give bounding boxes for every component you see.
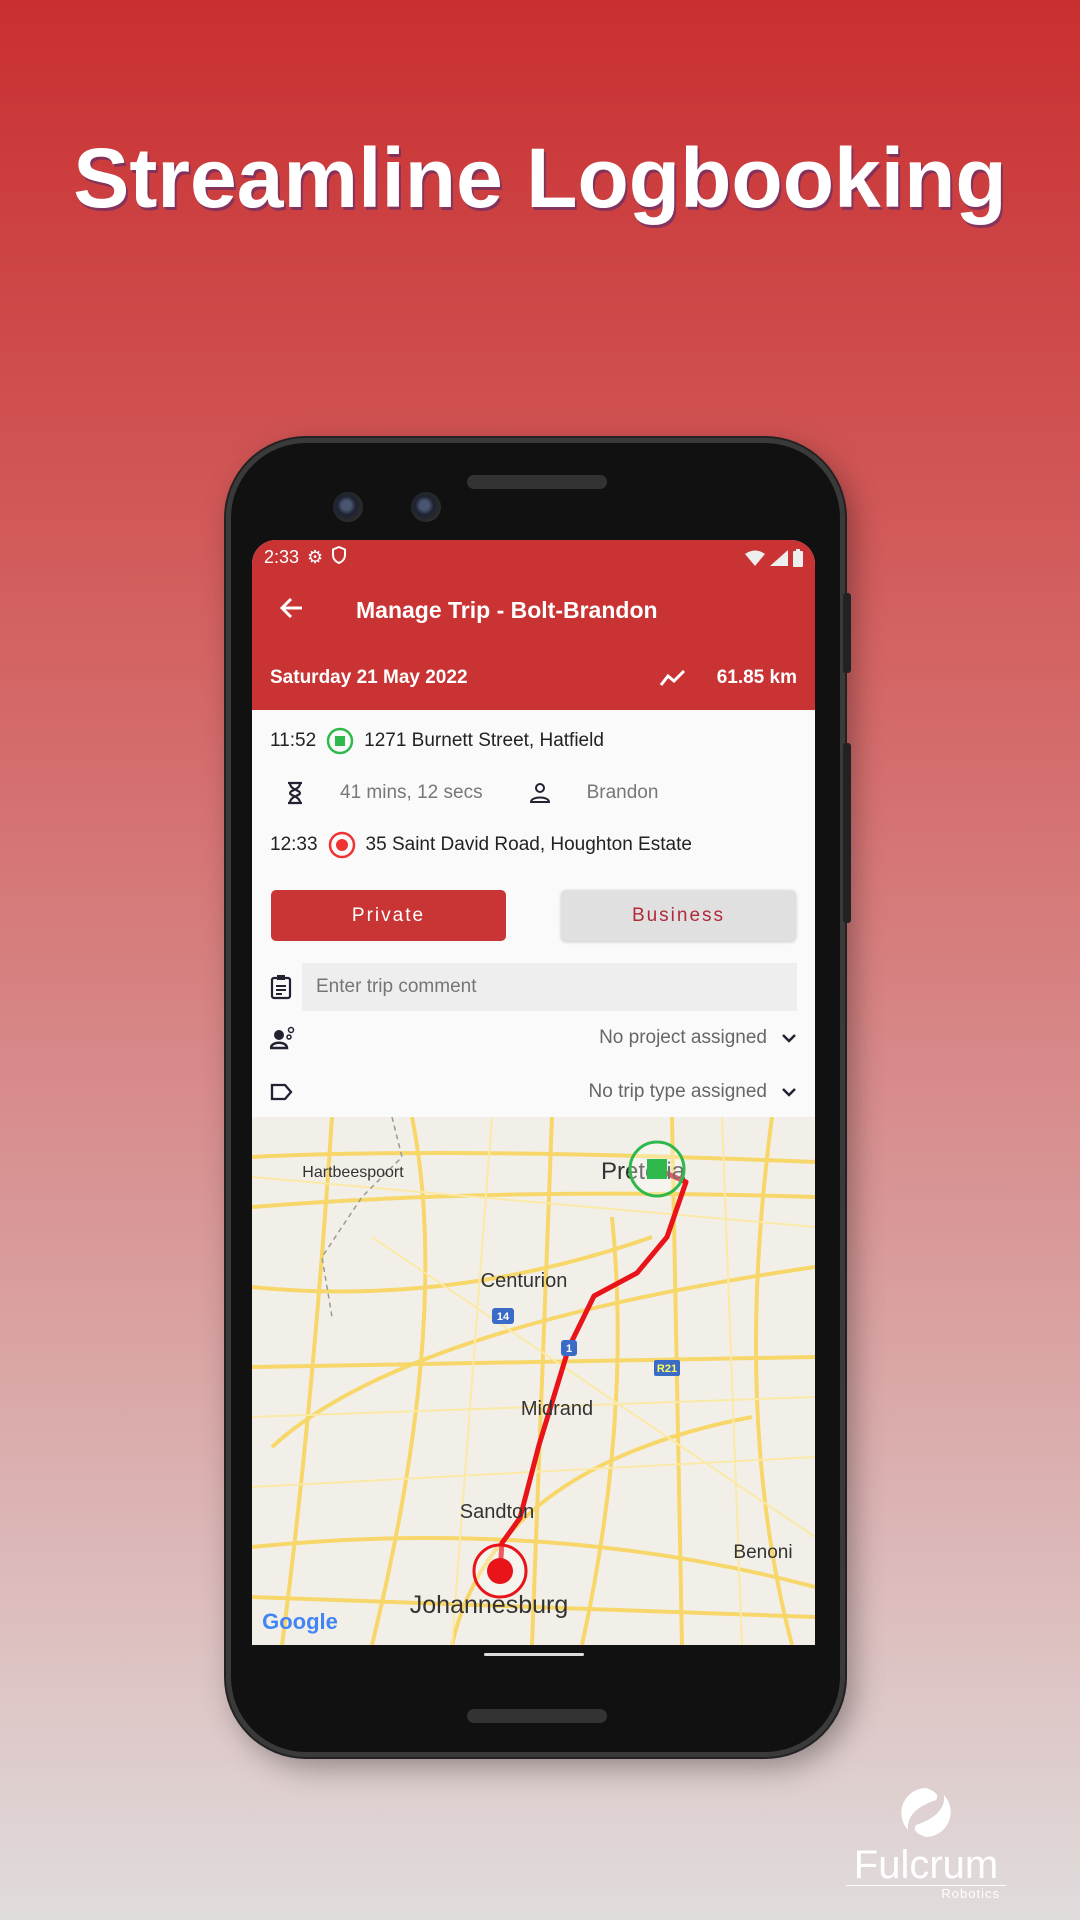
wifi-icon: [745, 550, 765, 566]
end-address: 35 Saint David Road, Houghton Estate: [365, 834, 692, 855]
trip-date: Saturday 21 May 2022: [270, 666, 468, 688]
trip-info-row: 41 mins, 12 secs Brandon: [252, 766, 815, 820]
fulcrum-logo-mark: [901, 1788, 951, 1837]
volume-button: [843, 743, 851, 923]
signal-icon: [770, 549, 788, 566]
tag-icon: [270, 1083, 293, 1101]
route-shield-r21-label: R21: [657, 1363, 677, 1375]
logo-sub: Robotics: [846, 1885, 1006, 1901]
chevron-down-icon: [782, 1034, 796, 1043]
map-label-sandton: Sandton: [460, 1501, 535, 1523]
battery-icon: [793, 548, 803, 567]
logo-name: Fulcrum: [853, 1843, 999, 1887]
power-button: [843, 593, 851, 673]
project-worker-icon: [270, 1026, 295, 1050]
project-value: No project assigned: [599, 1027, 767, 1048]
page-title: Manage Trip - Bolt-Brandon: [356, 596, 658, 623]
clipboard-icon: [270, 975, 292, 1000]
chevron-down-icon: [782, 1088, 796, 1097]
bottom-speaker: [467, 1709, 607, 1723]
map-label-hartbeespoort: Hartbeespoort: [302, 1164, 404, 1181]
end-marker-icon: [328, 831, 355, 859]
google-attribution: Google: [262, 1609, 338, 1634]
front-camera-2: [411, 492, 441, 522]
status-time: 2:33: [264, 547, 300, 567]
trip-driver: Brandon: [586, 782, 659, 803]
map-start-marker[interactable]: [628, 1140, 686, 1198]
private-button[interactable]: Private: [271, 890, 506, 941]
gear-icon: ⚙: [307, 547, 324, 567]
trip-type-value: No trip type assigned: [588, 1081, 768, 1102]
app-bar: 2:33 ⚙ Manage Trip - Bolt-Brandon Saturd…: [252, 540, 815, 710]
shield-icon: [331, 545, 347, 569]
hourglass-icon: [288, 781, 302, 805]
map-label-benoni: Benoni: [733, 1542, 792, 1563]
earpiece-speaker: [467, 475, 607, 489]
gesture-nav-bar: [252, 1645, 815, 1665]
fulcrum-logo: Fulcrum Robotics: [846, 1785, 1006, 1901]
start-address: 1271 Burnett Street, Hatfield: [364, 730, 604, 751]
route-trend-icon: [659, 669, 685, 686]
person-icon: [529, 783, 550, 803]
trip-start-row: 11:52 1271 Burnett Street, Hatfield: [252, 716, 815, 766]
start-marker-icon: [326, 727, 354, 755]
business-button[interactable]: Business: [561, 890, 796, 941]
route-shield-n14-label: 14: [497, 1311, 510, 1323]
map-label-midrand: Midrand: [521, 1398, 593, 1420]
home-indicator[interactable]: [484, 1653, 584, 1656]
start-time: 11:52: [270, 730, 317, 751]
trip-comment-input[interactable]: [302, 963, 797, 1011]
trip-type-select[interactable]: No trip type assigned: [252, 1065, 815, 1119]
headline: Streamline Logbooking: [73, 131, 1007, 225]
border-line: [321, 1116, 403, 1318]
back-arrow-icon[interactable]: [278, 596, 304, 625]
app-screen: 2:33 ⚙ Manage Trip - Bolt-Brandon Saturd…: [252, 540, 815, 1665]
map-roads: [252, 1116, 815, 1646]
route-shield-n1-label: 1: [566, 1343, 572, 1355]
status-bar: 2:33 ⚙: [252, 540, 815, 575]
map-label-centurion: Centurion: [481, 1270, 568, 1292]
project-select[interactable]: No project assigned: [252, 1011, 815, 1065]
map-end-marker[interactable]: [472, 1543, 528, 1599]
trip-map[interactable]: Hartbeespoort Pretoria Centurion Midrand…: [252, 1116, 815, 1646]
trip-end-row: 12:33 35 Saint David Road, Houghton Esta…: [252, 820, 815, 870]
trip-duration: 41 mins, 12 secs: [340, 782, 483, 803]
end-time: 12:33: [270, 834, 318, 855]
front-camera: [333, 492, 363, 522]
trip-distance: 61.85 km: [716, 666, 797, 688]
